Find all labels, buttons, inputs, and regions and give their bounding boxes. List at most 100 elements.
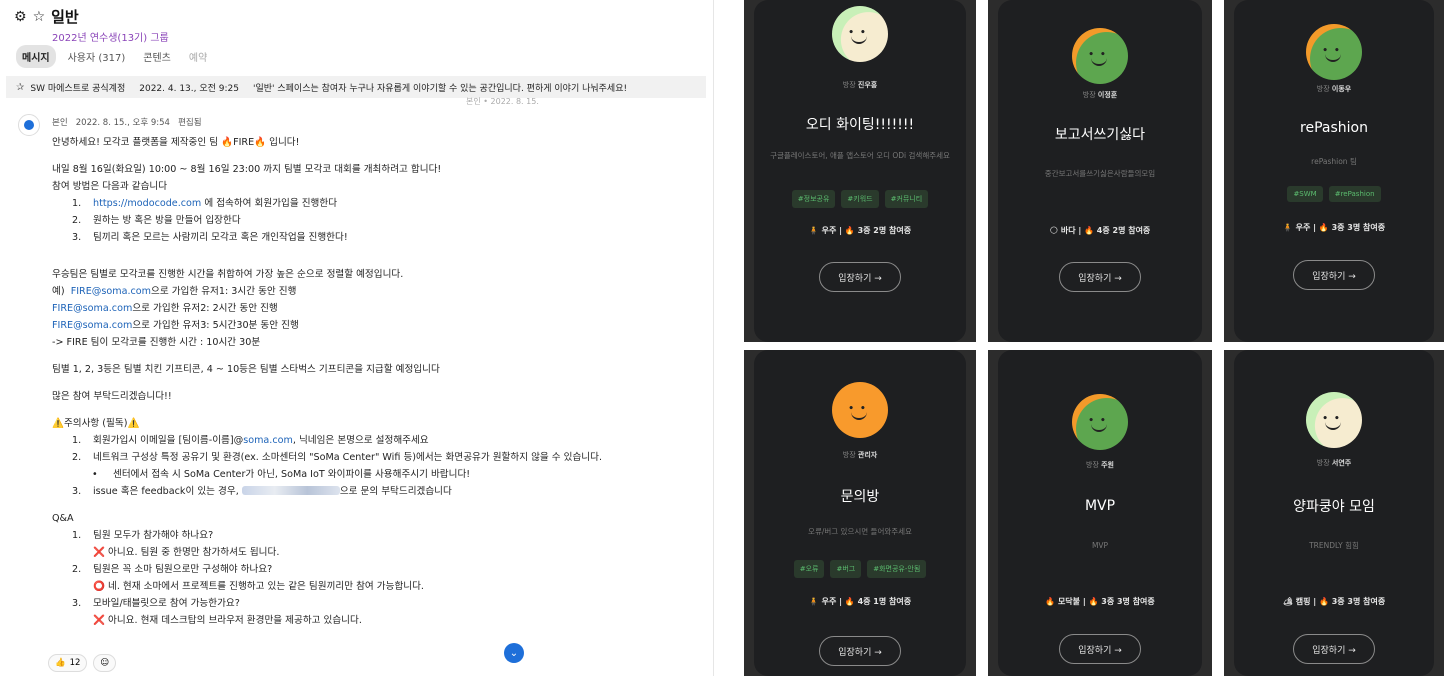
message-meta: 본인 2022. 8. 15., 오후 9:54 편집됨: [52, 116, 202, 128]
gear-icon[interactable]: ⚙: [14, 9, 27, 25]
pinned-date: 2022. 4. 13., 오전 9:25: [139, 83, 239, 94]
room-description: rePashion 팀: [1311, 157, 1357, 166]
room-card-body: •• 방장 진우홍 오디 화이팅!!!!!!! 구글플레이스토어, 애플 앱스토어 오…: [754, 0, 966, 342]
room-card[interactable]: •• 방장 관리자 문의방 오류/버그 있으시면 들어와주세요 #오류 #버그 #화면공유-…: [744, 350, 976, 676]
room-owner: 방장 이동우: [1234, 84, 1434, 94]
room-tags: #정보공유 #키워드 #커뮤니티: [754, 190, 966, 208]
owner-label: 방장: [1316, 459, 1332, 467]
example-line: FIRE@soma.com으로 가입한 유저2: 2시간 동안 진행: [52, 303, 278, 314]
how-to-line: 참여 방법은 다음과 같습니다: [52, 181, 168, 192]
winner-line: 우승팀은 팀별로 모각코를 진행한 시간을 취합하여 가장 높은 순으로 정렬할…: [52, 269, 404, 280]
star-icon[interactable]: ☆: [33, 9, 46, 25]
room-tag[interactable]: #키워드: [841, 190, 879, 208]
room-tags: #SWM #rePashion: [1234, 186, 1434, 202]
room-avatar-icon: ••: [1072, 28, 1128, 84]
room-title: 문의방: [840, 489, 880, 505]
room-card[interactable]: •• 방장 이정훈보고서쓰기싫다중간보고서를쓰기싫은사람들의모임 🌕 바다 | 🔥 …: [988, 0, 1212, 342]
pin-icon: ✰: [16, 81, 25, 93]
thumbs-up-reaction[interactable]: 👍 12: [48, 654, 88, 672]
tab-content[interactable]: 콘텐츠: [137, 45, 177, 68]
room-tag[interactable]: #버그: [830, 560, 862, 578]
room-title: 보고서쓰기싫다: [1054, 127, 1146, 143]
room-tag[interactable]: #정보공유: [791, 190, 836, 208]
list-item: 2. 원하는 방 혹은 방을 만들어 입장한다: [72, 215, 241, 226]
avatar[interactable]: [18, 114, 40, 136]
answer-line: ⭕ 네. 현재 소마에서 프로젝트를 진행하고 있는 같은 팀원끼리만 참여 가…: [93, 581, 424, 592]
room-stats: 🧍 우주 | 🔥 3중 2명 참여중: [808, 226, 912, 235]
tab-reservations[interactable]: 예약: [183, 45, 213, 68]
ghost-timestamp: 본인 • 2022. 8. 15.: [466, 97, 539, 106]
room-avatar-icon: ••: [832, 6, 888, 62]
owner-name: 주원: [1101, 461, 1114, 469]
pinned-author: SW 마에스트로 공식계정: [30, 83, 126, 94]
reaction-count: 12: [69, 658, 81, 668]
email-link[interactable]: FIRE@soma.com: [52, 303, 132, 314]
enter-room-button[interactable]: 입장하기 →: [1293, 634, 1375, 664]
enter-room-button[interactable]: 입장하기 →: [1293, 260, 1375, 290]
intro-line: 안녕하세요! 모각코 플랫폼을 제작중인 팀 🔥FIRE🔥 입니다!: [52, 137, 300, 148]
room-avatar-icon: ••: [1306, 24, 1362, 80]
enter-room-button[interactable]: 입장하기 →: [819, 262, 901, 292]
owner-label: 방장: [1316, 85, 1332, 93]
caution-heading: ⚠️주의사항 (필독)⚠️: [52, 418, 140, 429]
room-avatar-icon: ••: [1072, 394, 1128, 450]
example-line: FIRE@soma.com으로 가입한 유저3: 5시간30분 동안 진행: [52, 320, 299, 331]
channel-header: ⚙ ☆ 일반 2022년 연수생(13기) 그룹: [14, 6, 169, 44]
room-card[interactable]: •• 방장 주원 MVP MVP 🔥 모닥불 | 🔥 3중 3명 참여중 입장하기 →: [988, 350, 1212, 676]
enter-room-button[interactable]: 입장하기 →: [1059, 634, 1141, 664]
room-owner: 방장 관리자: [754, 450, 966, 460]
room-tags: #오류 #버그 #화면공유-안됨: [754, 560, 966, 578]
email-link[interactable]: FIRE@soma.com: [71, 286, 151, 297]
room-stats: 🧍 우주 | 🔥 4중 1명 참여중: [808, 597, 912, 606]
modocode-link[interactable]: https://modocode.com: [93, 198, 201, 209]
room-tag[interactable]: #오류: [793, 560, 825, 578]
room-tag[interactable]: #rePashion: [1328, 186, 1381, 202]
redacted-contact: [241, 486, 340, 495]
room-card[interactable]: •• 방장 서연주 양파쿵야 모임 TRENDLY 힘힘 🏕 캠핑 | 🔥 3중 3명 …: [1224, 350, 1444, 676]
answer-line: ❌ 아니요. 현재 데스크탑의 브라우저 환경만을 제공하고 있습니다.: [93, 615, 362, 626]
room-owner: 방장 이정훈: [998, 90, 1202, 100]
owner-label: 방장: [1082, 91, 1098, 99]
add-reaction-button[interactable]: ☺: [93, 654, 117, 672]
list-item: 3. issue 혹은 feedback이 있는 경우, 으로 문의 부탁드리겠습…: [72, 486, 452, 497]
room-card[interactable]: •• 방장 진우홍 오디 화이팅!!!!!!! 구글플레이스토어, 애플 앱스토어 오…: [744, 0, 976, 342]
room-description: 구글플레이스토어, 애플 앱스토어 오디 ODi 검색해주세요: [770, 151, 950, 160]
owner-label: 방장: [842, 451, 858, 459]
room-owner: 방장 서연주: [1234, 458, 1434, 468]
list-item: 2. 네트워크 구성상 특정 공유기 및 환경(ex. 소마센터의 "SoMa C…: [72, 452, 603, 463]
thumbs-up-icon: 👍: [55, 658, 66, 668]
list-item: • 센터에서 접속 시 SoMa Center가 아닌, SoMa IoT 와이파…: [92, 469, 471, 480]
room-avatar-icon: ••: [1306, 392, 1362, 448]
enter-room-button[interactable]: 입장하기 →: [819, 636, 901, 666]
room-description: 중간보고서를쓰기싫은사람들의모임: [1044, 169, 1156, 178]
room-stats: 🌕 바다 | 🔥 4중 2명 참여중: [1049, 226, 1151, 235]
room-card[interactable]: •• 방장 이동우 rePashion rePashion 팀 #SWM #rePashi…: [1224, 0, 1444, 342]
request-line: 많은 참여 부탁드리겠습니다!!: [52, 391, 172, 402]
soma-link[interactable]: soma.com: [243, 435, 293, 446]
channel-title: 일반: [51, 8, 79, 26]
room-tag[interactable]: #커뮤니티: [884, 190, 929, 208]
tab-users[interactable]: 사용자 (317): [62, 45, 132, 68]
list-item: 3. 모바일/태블릿으로 참여 가능한가요?: [72, 598, 240, 609]
room-card-body: •• 방장 이동우 rePashion rePashion 팀 #SWM #rePashi…: [1234, 0, 1434, 342]
owner-name: 이정훈: [1097, 91, 1118, 99]
room-avatar-icon: ••: [832, 382, 888, 438]
owner-name: 이동우: [1331, 85, 1352, 93]
room-description: MVP: [1091, 541, 1109, 550]
smiley-icon: ☺: [100, 658, 110, 668]
room-card-body: •• 방장 서연주 양파쿵야 모임 TRENDLY 힘힘 🏕 캠핑 | 🔥 3중 3명 …: [1234, 350, 1434, 676]
owner-label: 방장: [842, 81, 858, 89]
enter-room-button[interactable]: 입장하기 →: [1059, 262, 1141, 292]
room-title: 양파쿵야 모임: [1293, 499, 1375, 515]
email-link[interactable]: FIRE@soma.com: [52, 320, 132, 331]
room-title: 오디 화이팅!!!!!!!: [805, 117, 915, 133]
message-author: 본인: [52, 118, 68, 128]
tab-messages[interactable]: 메시지: [16, 45, 56, 68]
room-title: rePashion: [1300, 120, 1368, 136]
owner-label: 방장: [1086, 461, 1102, 469]
pinned-message[interactable]: ✰ SW 마에스트로 공식계정 2022. 4. 13., 오전 9:25 '일…: [6, 76, 706, 98]
room-tag[interactable]: #SWM: [1287, 186, 1323, 202]
room-tag[interactable]: #화면공유-안됨: [867, 560, 927, 578]
scroll-down-icon[interactable]: ⌄: [504, 643, 524, 663]
room-stats: 🔥 모닥불 | 🔥 3중 3명 참여중: [1045, 597, 1155, 606]
